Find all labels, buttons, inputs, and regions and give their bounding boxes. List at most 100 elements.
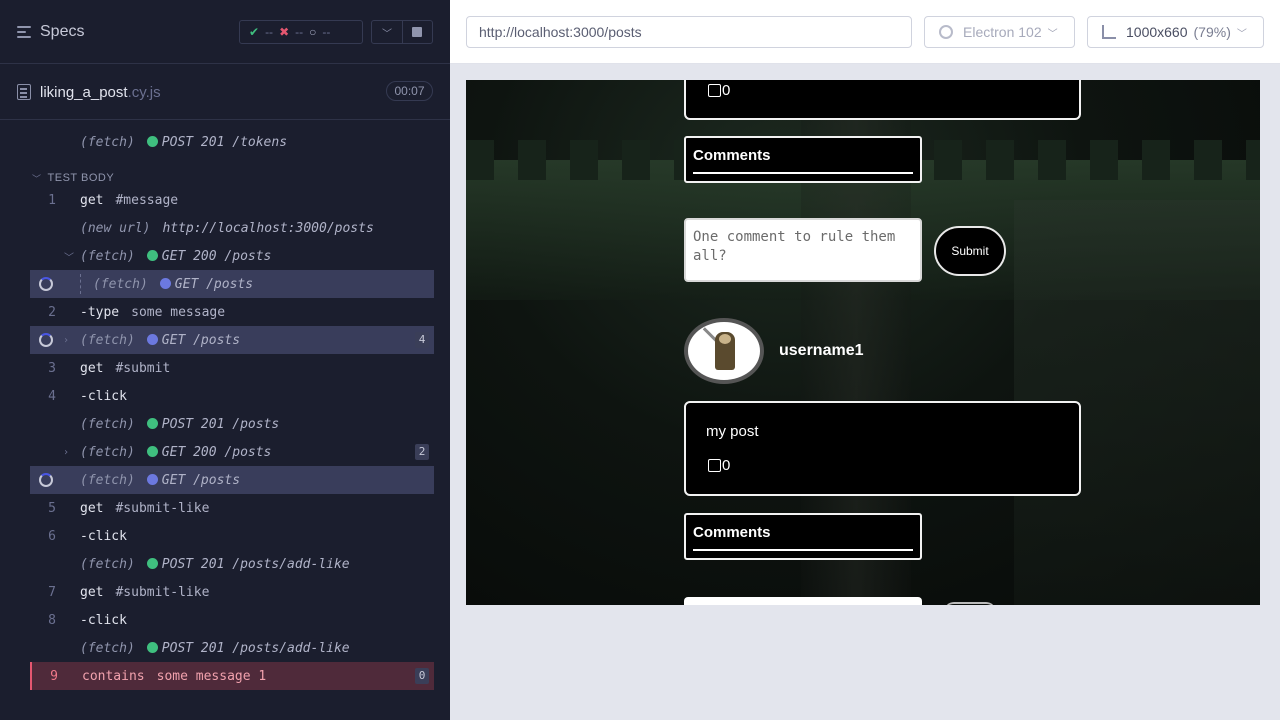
chevron-right-icon[interactable]: ›	[63, 335, 69, 346]
spec-duration: 00:07	[386, 81, 433, 101]
passed-count: --	[265, 25, 274, 39]
command-row[interactable]: 8 -click	[30, 606, 434, 634]
app-preview-panel: http://localhost:3000/posts Electron 102…	[450, 0, 1280, 720]
command-name: (fetch)	[80, 416, 135, 432]
command-row[interactable]: (new url) http://localhost:3000/posts	[30, 214, 434, 242]
menu-icon[interactable]	[17, 26, 33, 39]
viewport-select[interactable]: 1000x660 (79%) ﹀	[1087, 16, 1264, 48]
command-number: 4	[48, 388, 56, 404]
command-name: (fetch)	[80, 134, 135, 150]
avatar	[684, 318, 764, 384]
command-name: get	[80, 500, 104, 516]
command-row[interactable]: 7 get #submit-like	[30, 578, 434, 606]
comment-textarea[interactable]	[684, 597, 922, 605]
passed-check-icon: ✔	[249, 25, 260, 39]
ruler-icon	[1102, 25, 1116, 39]
command-row[interactable]: ﹀ (fetch) GET 200 /posts	[30, 242, 434, 270]
command-message: POST 201 /posts/add-like	[161, 556, 350, 572]
command-name: -click	[80, 612, 127, 628]
comments-header: Comments	[684, 136, 922, 183]
command-number: 2	[48, 304, 56, 320]
command-name: (fetch)	[80, 472, 135, 488]
command-message: http://localhost:3000/posts	[162, 220, 374, 236]
nesting-line	[80, 274, 81, 294]
post-body: my post	[706, 423, 759, 440]
stop-button[interactable]	[401, 21, 432, 43]
loading-spinner-icon	[39, 277, 53, 291]
specs-title[interactable]: Specs	[40, 23, 84, 41]
like-count: 0	[722, 457, 731, 474]
command-name: get	[80, 360, 104, 376]
command-row[interactable]: (fetch) GET /posts	[30, 270, 434, 298]
command-message: GET 200 /posts	[161, 444, 272, 460]
chevron-down-icon: ﹀	[1236, 28, 1247, 40]
comments-title: Comments	[693, 524, 771, 541]
command-row[interactable]: 3 get #submit	[30, 354, 434, 382]
thumbs-up-icon	[708, 459, 721, 472]
chevron-down-icon[interactable]: ﹀	[372, 21, 402, 43]
command-row[interactable]: › (fetch) GET 200 /posts 2	[30, 438, 434, 466]
comments-header: Comments	[684, 513, 922, 560]
pending-circle-icon: ○	[309, 25, 317, 39]
spec-filename[interactable]: liking_a_post.cy.js	[40, 84, 161, 101]
like-button[interactable]: 0	[708, 457, 730, 474]
command-number: 1	[48, 192, 56, 208]
command-row[interactable]: (fetch) POST 201 /posts/add-like	[30, 634, 434, 662]
command-row[interactable]: 1 get #message	[30, 186, 434, 214]
viewport-size: 1000x660	[1126, 24, 1188, 40]
command-name: -click	[80, 388, 127, 404]
command-row[interactable]: 4 -click	[30, 382, 434, 410]
command-row-failed[interactable]: 9 contains some message 1 0	[30, 662, 434, 690]
command-number: 7	[48, 584, 56, 600]
post-username: username1	[779, 342, 864, 359]
command-number: 3	[48, 360, 56, 376]
cypress-runner: Specs ✔ -- ✖ -- ○ -- ﹀ liking_a_post.cy.…	[0, 0, 1280, 720]
command-row[interactable]: 6 -click	[30, 522, 434, 550]
chevron-right-icon[interactable]: ›	[63, 447, 69, 458]
command-number: 9	[50, 668, 58, 684]
status-dot-icon	[146, 557, 158, 569]
like-count: 0	[722, 82, 731, 99]
command-name: (fetch)	[80, 332, 135, 348]
comment-textarea[interactable]: One comment to rule them all?	[684, 218, 922, 282]
command-row[interactable]: (fetch) POST 201 /tokens	[30, 128, 434, 156]
command-row[interactable]: (fetch) POST 201 /posts/add-like	[30, 550, 434, 578]
command-message: #submit-like	[115, 584, 210, 600]
test-stats: ✔ -- ✖ -- ○ --	[239, 20, 363, 44]
command-name: (fetch)	[80, 556, 135, 572]
command-number: 8	[48, 612, 56, 628]
chevron-down-icon: ﹀	[32, 173, 42, 184]
failed-count: --	[295, 25, 304, 39]
like-button[interactable]: 0	[708, 82, 730, 99]
gear-icon	[939, 25, 953, 39]
command-number: 5	[48, 500, 56, 516]
browser-nav-bar: http://localhost:3000/posts Electron 102…	[450, 0, 1280, 64]
chevron-down-icon[interactable]: ﹀	[64, 249, 74, 264]
command-row[interactable]: (fetch) POST 201 /posts	[30, 410, 434, 438]
command-name: (fetch)	[93, 276, 148, 292]
status-dot-icon	[146, 249, 158, 261]
command-message: POST 201 /tokens	[161, 134, 288, 150]
command-row[interactable]: 5 get #submit-like	[30, 494, 434, 522]
command-message: GET /posts	[161, 332, 241, 348]
comments-title: Comments	[693, 147, 771, 164]
command-message: GET 200 /posts	[161, 248, 272, 264]
submit-comment-button[interactable]	[944, 602, 996, 605]
command-name: contains	[82, 668, 145, 684]
comments-underline	[693, 549, 913, 551]
url-field[interactable]: http://localhost:3000/posts	[466, 16, 912, 48]
section-title: TEST BODY	[47, 172, 115, 184]
pending-count: --	[322, 25, 331, 39]
command-row[interactable]: (fetch) GET /posts	[30, 466, 434, 494]
browser-label: Electron 102	[963, 24, 1042, 40]
loading-spinner-icon	[39, 473, 53, 487]
command-message: some message 1	[156, 668, 267, 684]
browser-select[interactable]: Electron 102 ﹀	[924, 16, 1075, 48]
command-row[interactable]: 2 -type some message	[30, 298, 434, 326]
submit-comment-button[interactable]: Submit	[934, 226, 1006, 276]
command-row[interactable]: › (fetch) GET /posts 4	[30, 326, 434, 354]
status-dot-icon	[146, 333, 158, 345]
spec-ext: .cy.js	[127, 84, 161, 101]
status-dot-icon	[146, 641, 158, 653]
status-dot-icon	[146, 445, 158, 457]
